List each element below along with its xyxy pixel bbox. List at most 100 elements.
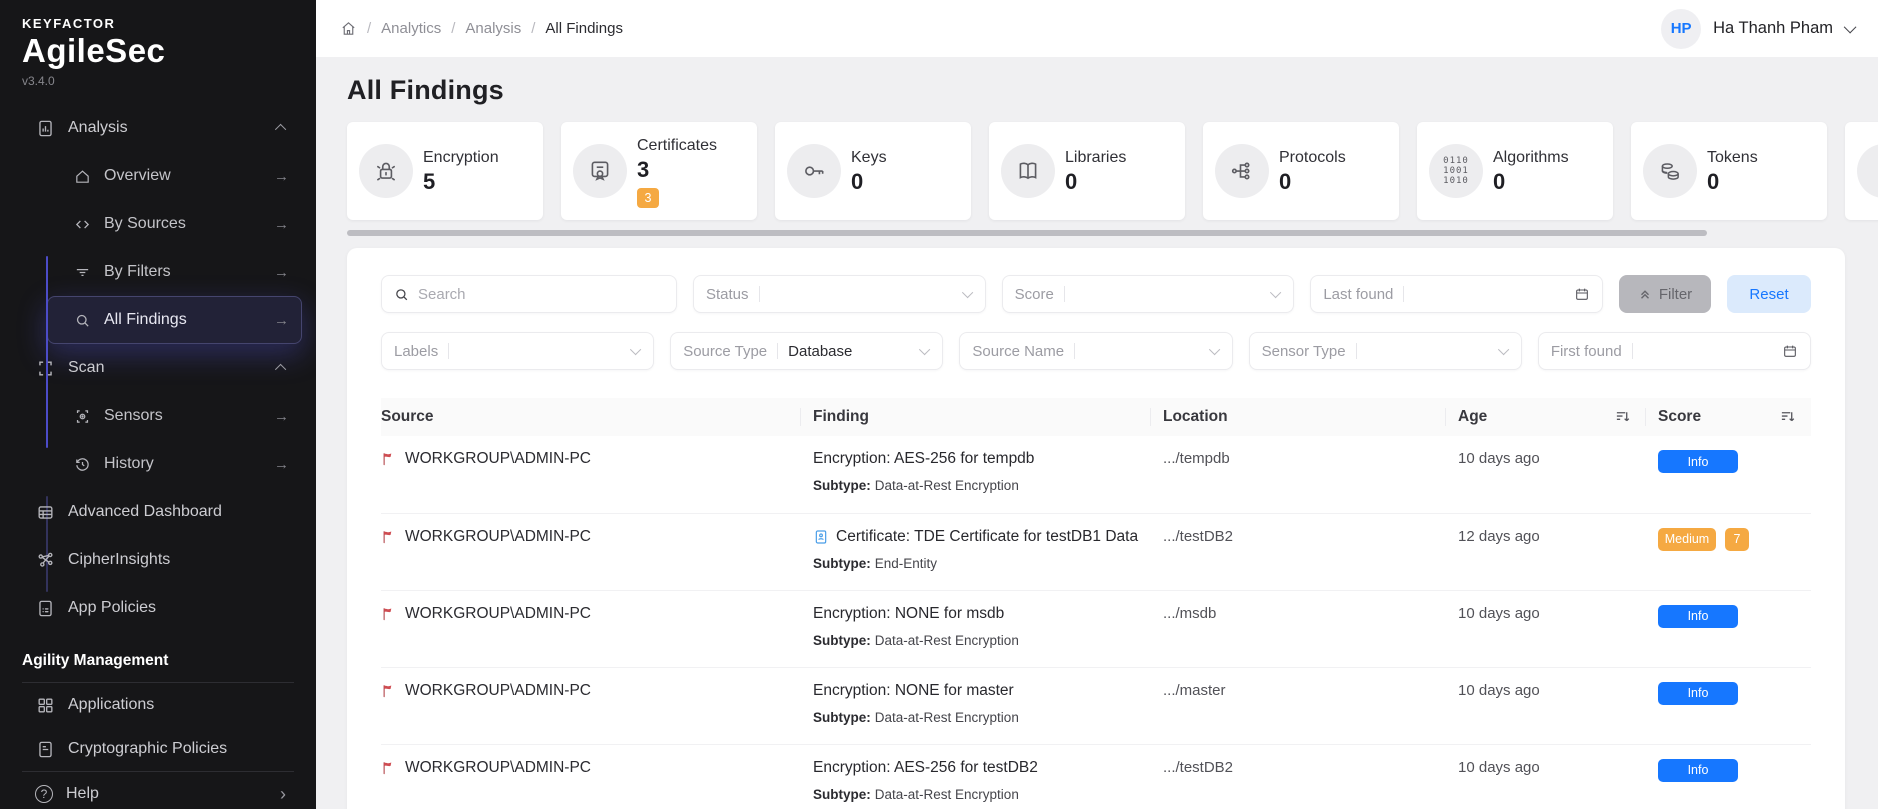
sidebar-item-label: App Policies (68, 599, 156, 617)
stat-cards-row: Encryption 5 Certificates 3 3 Keys 0 (347, 122, 1878, 220)
table-row[interactable]: WORKGROUP\ADMIN-PC Encryption: NONE for … (381, 590, 1811, 667)
sensor-type-select[interactable]: Sensor Type (1249, 332, 1522, 370)
finding-subtype: Subtype:Data-at-Rest Encryption (813, 633, 1139, 648)
stat-card-certificates[interactable]: Certificates 3 3 (561, 122, 757, 220)
chevron-down-icon (1844, 21, 1857, 34)
stat-card-libraries[interactable]: Libraries 0 (989, 122, 1185, 220)
sidebar-item-label: Analysis (68, 119, 128, 137)
search-input[interactable] (418, 286, 664, 303)
breadcrumb-analysis[interactable]: Analysis (465, 20, 521, 37)
home-breadcrumb-icon[interactable] (340, 20, 357, 37)
source-name: WORKGROUP\ADMIN-PC (405, 682, 591, 700)
arrow-right-icon: → (274, 168, 289, 185)
finding-subtype: Subtype:Data-at-Rest Encryption (813, 478, 1139, 493)
finding-location: .../msdb (1163, 605, 1216, 622)
score-select[interactable]: Score (1002, 275, 1295, 313)
calendar-icon (1782, 343, 1798, 359)
sidebar-item-history[interactable]: History → (47, 440, 302, 488)
stat-label: Tokens (1707, 149, 1758, 167)
finding-title: Encryption: NONE for master (813, 682, 1139, 700)
sidebar-item-by-sources[interactable]: By Sources → (47, 200, 302, 248)
brand-version: v3.4.0 (22, 74, 316, 88)
cards-horizontal-scrollbar[interactable] (347, 230, 1707, 236)
search-field[interactable] (381, 275, 677, 313)
arrow-right-icon: → (274, 312, 289, 329)
policy-document-icon (35, 598, 55, 618)
filter-lines-icon (73, 263, 91, 281)
source-name: WORKGROUP\ADMIN-PC (405, 528, 591, 546)
sort-icon[interactable] (1780, 409, 1795, 424)
labels-select[interactable]: Labels (381, 332, 654, 370)
table-row[interactable]: WORKGROUP\ADMIN-PC Certificate: TDE Cert… (381, 513, 1811, 590)
table-row[interactable]: WORKGROUP\ADMIN-PC Encryption: AES-256 f… (381, 744, 1811, 809)
finding-subtype: Subtype:Data-at-Rest Encryption (813, 710, 1139, 725)
user-menu[interactable]: HP Ha Thanh Pham (1661, 9, 1856, 49)
reset-button-label: Reset (1749, 286, 1788, 303)
protocol-tree-icon (1215, 144, 1269, 198)
analysis-report-icon (35, 118, 55, 138)
brand-product: AgileSec (22, 32, 316, 70)
flag-icon (381, 683, 396, 699)
table-row[interactable]: WORKGROUP\ADMIN-PC Encryption: NONE for … (381, 667, 1811, 744)
stat-card-encryption[interactable]: Encryption 5 (347, 122, 543, 220)
chevron-down-icon (1498, 344, 1509, 355)
sidebar-section-agility-management: Agility Management (0, 632, 316, 682)
sidebar-item-overview[interactable]: Overview → (47, 152, 302, 200)
home-icon (73, 167, 91, 185)
source-name-select[interactable]: Source Name (959, 332, 1232, 370)
findings-panel: Status Score Last found Filter (347, 248, 1845, 809)
sidebar-item-advanced-dashboard[interactable]: Advanced Dashboard (0, 488, 316, 536)
stat-value: 3 (637, 157, 717, 183)
encryption-lock-icon (359, 144, 413, 198)
sidebar-item-cryptographic-policies[interactable]: Cryptographic Policies (0, 727, 316, 771)
sidebar-item-label: Scan (68, 359, 104, 377)
findings-table: Source Finding Location Age Score WORKGR… (381, 398, 1811, 809)
score-badge: Medium (1658, 528, 1716, 551)
sidebar-item-all-findings[interactable]: All Findings → (47, 296, 302, 344)
finding-age: 10 days ago (1458, 759, 1540, 776)
stat-card-protocols[interactable]: Protocols 0 (1203, 122, 1399, 220)
sort-icon[interactable] (1615, 409, 1630, 424)
sidebar-item-scan[interactable]: Scan (0, 344, 316, 392)
arrow-right-icon: → (274, 264, 289, 281)
sidebar-item-applications[interactable]: Applications (0, 683, 316, 727)
table-row[interactable]: WORKGROUP\ADMIN-PC Encryption: AES-256 f… (381, 436, 1811, 513)
stat-card-partial[interactable] (1845, 122, 1878, 220)
reset-button[interactable]: Reset (1727, 275, 1811, 313)
sidebar-item-analysis[interactable]: Analysis (0, 104, 316, 152)
sidebar-item-label: By Sources (104, 215, 186, 233)
binary-code-icon: 0110 1001 1010 (1429, 144, 1483, 198)
filter-button[interactable]: Filter (1619, 275, 1711, 313)
topbar: / Analytics / Analysis / All Findings HP… (316, 0, 1878, 57)
sidebar-item-app-policies[interactable]: App Policies (0, 584, 316, 632)
flag-icon (381, 606, 396, 622)
score-count-badge: 7 (1725, 528, 1749, 551)
sidebar-item-cipherinsights[interactable]: CipherInsights (0, 536, 316, 584)
page-title: All Findings (347, 75, 1878, 106)
chevron-right-icon: › (280, 784, 286, 805)
stat-value: 0 (1279, 169, 1346, 195)
finding-age: 10 days ago (1458, 682, 1540, 699)
sidebar-item-label: CipherInsights (68, 551, 170, 569)
sidebar-item-help[interactable]: ? Help › (0, 772, 316, 809)
stat-card-algorithms[interactable]: 0110 1001 1010 Algorithms 0 (1417, 122, 1613, 220)
finding-title: Encryption: NONE for msdb (813, 605, 1139, 623)
sidebar-item-by-filters[interactable]: By Filters → (47, 248, 302, 296)
column-header-score: Score (1646, 398, 1811, 436)
stat-icon (1857, 144, 1878, 198)
finding-title: Encryption: AES-256 for testDB2 (813, 759, 1139, 777)
breadcrumb-analytics[interactable]: Analytics (381, 20, 441, 37)
last-found-datepicker[interactable]: Last found (1310, 275, 1603, 313)
book-icon (1001, 144, 1055, 198)
source-type-value: Database (788, 343, 852, 360)
stat-card-tokens[interactable]: Tokens 0 (1631, 122, 1827, 220)
status-select[interactable]: Status (693, 275, 986, 313)
finding-age: 10 days ago (1458, 450, 1540, 467)
table-header-row: Source Finding Location Age Score (381, 398, 1811, 436)
stat-card-keys[interactable]: Keys 0 (775, 122, 971, 220)
sidebar-item-sensors[interactable]: Sensors → (47, 392, 302, 440)
source-type-select[interactable]: Source Type Database (670, 332, 943, 370)
first-found-datepicker[interactable]: First found (1538, 332, 1811, 370)
breadcrumb: / Analytics / Analysis / All Findings (340, 20, 623, 37)
score-badge: Info (1658, 450, 1738, 473)
